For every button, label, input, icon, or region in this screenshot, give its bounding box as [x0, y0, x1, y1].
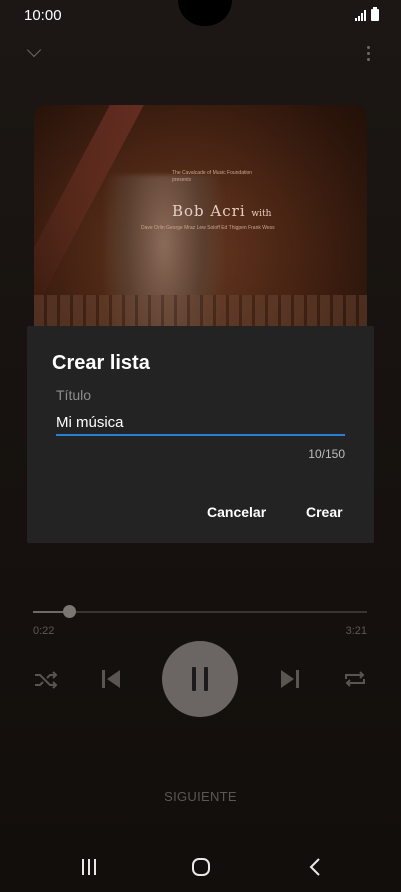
progress-bar[interactable]	[33, 611, 367, 613]
home-icon	[192, 858, 210, 876]
shuffle-icon	[35, 671, 58, 689]
previous-button[interactable]	[97, 666, 125, 692]
album-artist-name: Bob Acri	[172, 202, 246, 220]
more-options-button[interactable]	[353, 40, 383, 66]
playlist-title-input[interactable]	[56, 410, 345, 436]
recents-icon	[82, 859, 96, 875]
title-field-label: Título	[56, 387, 92, 403]
signal-icon	[355, 10, 367, 21]
skip-next-icon	[281, 670, 299, 688]
cancel-button[interactable]: Cancelar	[207, 504, 266, 520]
repeat-button[interactable]	[341, 666, 369, 692]
album-presenter-line: The Cavalcade of Music Foundation presen…	[172, 170, 253, 183]
home-button[interactable]	[181, 854, 221, 880]
pause-button[interactable]	[162, 641, 238, 717]
status-bar: 10:00	[0, 0, 401, 32]
system-nav-bar	[0, 844, 401, 892]
pause-icon	[188, 667, 212, 691]
album-artist: Bob Acri with	[172, 202, 271, 220]
dialog-title: Crear lista	[52, 352, 150, 374]
collapse-button[interactable]	[19, 40, 49, 66]
create-button[interactable]: Crear	[306, 504, 343, 520]
character-counter: 10/150	[308, 447, 345, 461]
chevron-down-icon	[26, 42, 42, 58]
battery-icon	[371, 7, 379, 21]
recents-button[interactable]	[69, 854, 109, 880]
back-button[interactable]	[295, 854, 335, 880]
up-next-label[interactable]: SIGUIENTE	[0, 789, 401, 804]
camera-notch	[178, 0, 232, 26]
next-button[interactable]	[276, 666, 304, 692]
album-artist-suffix: with	[251, 209, 272, 219]
total-time: 3:21	[345, 625, 367, 637]
elapsed-time: 0:22	[33, 625, 55, 637]
status-time: 10:00	[24, 7, 62, 24]
progress-thumb[interactable]	[63, 605, 77, 618]
shuffle-button[interactable]	[32, 667, 60, 693]
create-playlist-dialog: Crear lista Título 10/150 Cancelar Crear	[27, 326, 374, 543]
repeat-icon	[345, 671, 365, 687]
status-icons	[355, 7, 379, 21]
more-vert-icon	[366, 45, 370, 61]
album-credits: Dave Orlin George Mraz Lew Soloff Ed Thi…	[141, 225, 275, 231]
back-icon	[309, 858, 320, 876]
music-player-screen: 10:00 The Cavalcade of Music Foundation …	[0, 0, 401, 892]
skip-previous-icon	[102, 670, 120, 688]
